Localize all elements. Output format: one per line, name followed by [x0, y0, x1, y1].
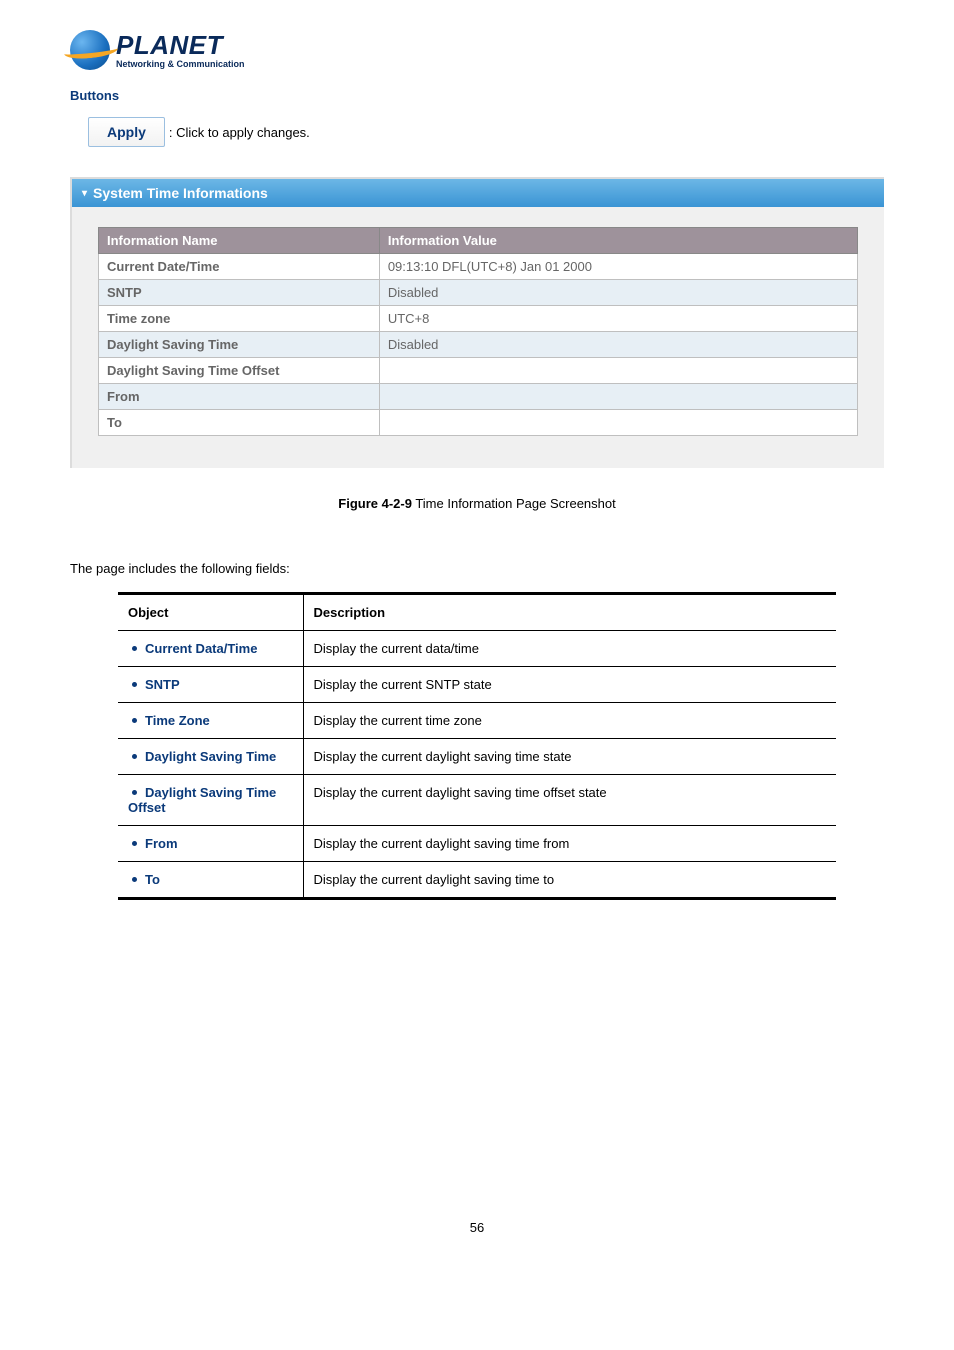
desc-object: SNTP: [118, 667, 303, 703]
table-row: Current Date/Time 09:13:10 DFL(UTC+8) Ja…: [99, 254, 858, 280]
system-time-panel-header[interactable]: ▾ System Time Informations: [72, 179, 884, 207]
bullet-icon: [132, 841, 137, 846]
bullet-icon: [132, 646, 137, 651]
apply-description: : Click to apply changes.: [169, 125, 310, 140]
figure-caption: Figure 4-2-9 Time Information Page Scree…: [70, 496, 884, 511]
fields-description-table: Object Description Current Data/Time Dis…: [118, 592, 836, 900]
brand-name: PLANET: [116, 32, 245, 58]
bullet-icon: [132, 718, 137, 723]
desc-text: Display the current daylight saving time…: [303, 826, 836, 862]
info-value: [379, 410, 857, 436]
table-row: SNTP Display the current SNTP state: [118, 667, 836, 703]
panel-title: System Time Informations: [93, 185, 268, 201]
brand-logo: PLANET Networking & Communication: [70, 30, 884, 70]
desc-text: Display the current daylight saving time…: [303, 739, 836, 775]
table-row: SNTP Disabled: [99, 280, 858, 306]
info-name: Current Date/Time: [99, 254, 380, 280]
info-value: Disabled: [379, 280, 857, 306]
caret-down-icon: ▾: [82, 188, 87, 199]
bullet-icon: [132, 682, 137, 687]
desc-text: Display the current time zone: [303, 703, 836, 739]
apply-button[interactable]: Apply: [88, 117, 165, 147]
info-value: 09:13:10 DFL(UTC+8) Jan 01 2000: [379, 254, 857, 280]
info-name: Daylight Saving Time: [99, 332, 380, 358]
info-value: Disabled: [379, 332, 857, 358]
page-number: 56: [70, 1220, 884, 1235]
figure-text: Time Information Page Screenshot: [412, 496, 616, 511]
info-name: Daylight Saving Time Offset: [99, 358, 380, 384]
info-value: [379, 358, 857, 384]
desc-text: Display the current data/time: [303, 631, 836, 667]
table-row: Daylight Saving Time Offset: [99, 358, 858, 384]
desc-col-object: Object: [118, 594, 303, 631]
info-name: From: [99, 384, 380, 410]
buttons-heading: Buttons: [70, 88, 884, 103]
globe-icon: [70, 30, 110, 70]
desc-object: Daylight Saving Time: [118, 739, 303, 775]
table-row: From Display the current daylight saving…: [118, 826, 836, 862]
table-row: Daylight Saving Time Disabled: [99, 332, 858, 358]
desc-object: Time Zone: [118, 703, 303, 739]
system-time-info-table: Information Name Information Value Curre…: [98, 227, 858, 436]
info-name: Time zone: [99, 306, 380, 332]
fields-intro: The page includes the following fields:: [70, 561, 884, 576]
info-value: UTC+8: [379, 306, 857, 332]
table-row: Time zone UTC+8: [99, 306, 858, 332]
bullet-icon: [132, 790, 137, 795]
bullet-icon: [132, 877, 137, 882]
desc-text: Display the current SNTP state: [303, 667, 836, 703]
desc-object: From: [118, 826, 303, 862]
info-value: [379, 384, 857, 410]
desc-text: Display the current daylight saving time…: [303, 862, 836, 899]
desc-object: Daylight Saving Time Offset: [118, 775, 303, 826]
table-row: Daylight Saving Time Offset Display the …: [118, 775, 836, 826]
table-row: To: [99, 410, 858, 436]
brand-tagline: Networking & Communication: [116, 60, 245, 69]
desc-col-description: Description: [303, 594, 836, 631]
desc-object: To: [118, 862, 303, 899]
info-name: To: [99, 410, 380, 436]
table-row: Daylight Saving Time Display the current…: [118, 739, 836, 775]
info-col-name: Information Name: [99, 228, 380, 254]
table-row: From: [99, 384, 858, 410]
table-row: Current Data/Time Display the current da…: [118, 631, 836, 667]
table-row: Time Zone Display the current time zone: [118, 703, 836, 739]
figure-label: Figure 4-2-9: [338, 496, 412, 511]
bullet-icon: [132, 754, 137, 759]
system-time-panel: ▾ System Time Informations Information N…: [70, 177, 884, 468]
swoosh-icon: [63, 41, 118, 61]
info-col-value: Information Value: [379, 228, 857, 254]
table-row: To Display the current daylight saving t…: [118, 862, 836, 899]
desc-object: Current Data/Time: [118, 631, 303, 667]
info-name: SNTP: [99, 280, 380, 306]
desc-text: Display the current daylight saving time…: [303, 775, 836, 826]
